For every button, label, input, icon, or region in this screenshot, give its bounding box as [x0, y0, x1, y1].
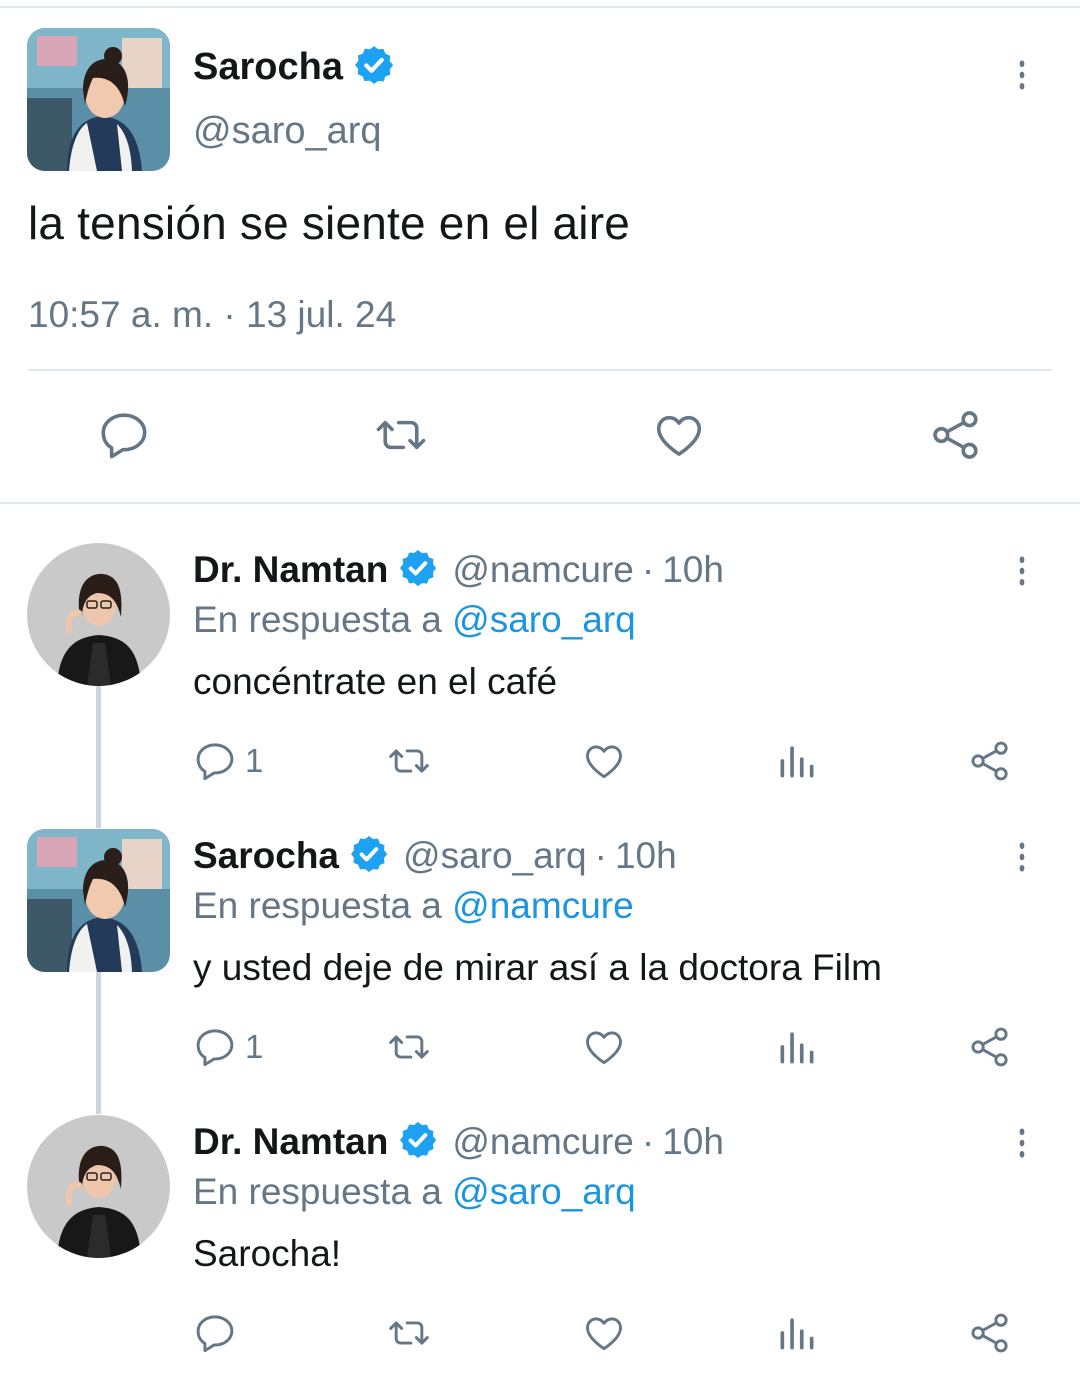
reply-time[interactable]: 10h	[615, 835, 677, 877]
retweet-icon[interactable]	[385, 1311, 433, 1355]
reply-context: En respuesta a @saro_arq	[193, 599, 636, 641]
reply-text: concéntrate en el café	[193, 661, 558, 702]
reply-tweet[interactable]: Sarocha @saro_arq · 10h En respuesta a @…	[0, 829, 1080, 1119]
analytics-icon[interactable]	[775, 1311, 819, 1355]
share-icon[interactable]	[968, 739, 1012, 783]
more-vertical-icon[interactable]	[1009, 839, 1035, 880]
author-handle[interactable]: @namcure	[452, 1121, 634, 1163]
reply-text: y usted deje de mirar así a la doctora F…	[193, 947, 882, 988]
analytics-icon[interactable]	[775, 1025, 819, 1069]
reply-header: Sarocha @saro_arq · 10h	[193, 831, 677, 881]
like-icon[interactable]	[581, 1025, 627, 1069]
mention-link[interactable]: @saro_arq	[452, 599, 636, 640]
reply-prefix: En respuesta a	[193, 1171, 442, 1212]
reply-time[interactable]: 10h	[662, 1121, 724, 1163]
author-name[interactable]: Sarocha	[193, 835, 339, 877]
tweet-timestamp[interactable]: 10:57 a. m. · 13 jul. 24	[28, 294, 396, 336]
avatar[interactable]	[27, 28, 170, 171]
sarocha-avatar-image	[27, 28, 170, 171]
reply-prefix: En respuesta a	[193, 599, 442, 640]
verified-badge-icon	[349, 834, 389, 879]
namtan-avatar-image	[27, 1115, 170, 1258]
reply-icon[interactable]	[97, 408, 151, 467]
more-vertical-icon[interactable]	[1009, 1125, 1035, 1166]
verified-badge-icon	[398, 1120, 438, 1165]
separator-dot: ·	[641, 1121, 655, 1162]
reply-tweet[interactable]: Dr. Namtan @namcure · 10h En respuesta a…	[0, 543, 1080, 833]
top-divider	[0, 6, 1080, 8]
separator-dot: ·	[641, 549, 655, 590]
retweet-icon[interactable]	[372, 408, 430, 467]
share-icon[interactable]	[968, 1025, 1012, 1069]
reply-text: Sarocha!	[193, 1233, 342, 1274]
verified-badge-icon	[353, 44, 395, 91]
reply-header: Dr. Namtan @namcure · 10h	[193, 1117, 724, 1167]
reply-context: En respuesta a @saro_arq	[193, 1171, 636, 1213]
reply-count: 1	[245, 1028, 264, 1065]
mention-link[interactable]: @namcure	[452, 885, 634, 926]
main-author-row: Sarocha	[193, 42, 395, 92]
share-icon[interactable]	[929, 408, 983, 467]
reply-button[interactable]: 1	[193, 739, 263, 783]
author-name[interactable]: Dr. Namtan	[193, 549, 388, 591]
reply-prefix: En respuesta a	[193, 885, 442, 926]
mention-link[interactable]: @saro_arq	[452, 1171, 636, 1212]
author-name[interactable]: Dr. Namtan	[193, 1121, 388, 1163]
author-name[interactable]: Sarocha	[193, 46, 343, 89]
author-handle[interactable]: @namcure	[452, 549, 634, 591]
verified-badge-icon	[398, 548, 438, 593]
like-icon[interactable]	[651, 408, 707, 467]
reply-icon	[193, 1025, 237, 1069]
tweet-text: la tensión se siente en el aire	[28, 197, 631, 249]
avatar[interactable]	[27, 1115, 170, 1258]
share-icon[interactable]	[968, 1311, 1012, 1355]
reply-button[interactable]	[193, 1311, 245, 1355]
sarocha-avatar-image	[27, 829, 170, 972]
more-vertical-icon[interactable]	[1009, 57, 1035, 98]
separator-dot: ·	[594, 835, 607, 876]
reply-header: Dr. Namtan @namcure · 10h	[193, 545, 724, 595]
section-divider	[0, 502, 1080, 504]
reply-button[interactable]: 1	[193, 1025, 263, 1069]
like-icon[interactable]	[581, 1311, 627, 1355]
reply-icon	[193, 1311, 237, 1355]
avatar[interactable]	[27, 829, 170, 972]
namtan-avatar-image	[27, 543, 170, 686]
retweet-icon[interactable]	[385, 1025, 433, 1069]
retweet-icon[interactable]	[385, 739, 433, 783]
author-handle[interactable]: @saro_arq	[403, 835, 587, 877]
reply-tweet[interactable]: Dr. Namtan @namcure · 10h En respuesta a…	[0, 1115, 1080, 1375]
avatar[interactable]	[27, 543, 170, 686]
reply-icon	[193, 739, 237, 783]
more-vertical-icon[interactable]	[1009, 553, 1035, 594]
divider	[28, 369, 1052, 371]
analytics-icon[interactable]	[775, 739, 819, 783]
reply-context: En respuesta a @namcure	[193, 885, 634, 927]
reply-count: 1	[245, 742, 264, 779]
author-handle[interactable]: @saro_arq	[193, 110, 382, 153]
reply-time[interactable]: 10h	[662, 549, 724, 591]
like-icon[interactable]	[581, 739, 627, 783]
